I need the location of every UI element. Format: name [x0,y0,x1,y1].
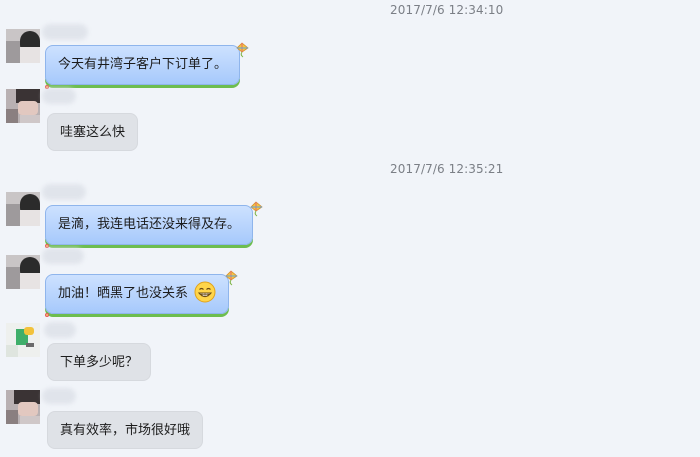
message-text: 下单多少呢？ [60,355,139,370]
sender-name-blurred [44,322,76,338]
avatar[interactable] [6,192,40,226]
avatar[interactable] [6,89,40,123]
avatar[interactable] [6,323,40,357]
message-bubble[interactable]: 是滴，我连电话还没来得及存。 [45,205,254,245]
sender-name-blurred [42,388,76,404]
message-text: 真有效率，市场很好哦 [60,423,191,438]
kite-decoration-icon [248,201,264,217]
avatar[interactable] [6,29,40,63]
timestamp: 2017/7/6 12:34:10 [390,3,504,17]
timestamp: 2017/7/6 12:35:21 [390,162,504,176]
message-text: 哇塞这么快 [60,125,126,140]
avatar[interactable] [6,255,40,289]
message-bubble[interactable]: 哇塞这么快 [47,113,139,151]
grin-emoji-icon [194,281,216,303]
message-bubble[interactable]: 真有效率，市场很好哦 [47,411,204,449]
message-text: 加油！晒黑了也没关系 [58,286,189,301]
kite-decoration-icon [223,270,239,286]
message-bubble[interactable]: 今天有井湾子客户下订单了。 [45,45,241,85]
kite-decoration-icon [234,42,250,58]
flower-decoration-icon [42,236,52,248]
flower-decoration-icon [42,77,52,89]
avatar[interactable] [6,390,40,424]
sender-name-blurred [42,88,76,104]
message-text: 是滴，我连电话还没来得及存。 [58,217,241,232]
sender-name-blurred [42,184,86,200]
message-text: 今天有井湾子客户下订单了。 [58,57,228,72]
sender-name-blurred [42,24,88,40]
chat-window: 2017/7/6 12:34:10 今天有井湾子客户下订单了。 哇塞这么快 20… [0,0,700,457]
sender-name-blurred [42,248,84,264]
flower-decoration-icon [42,305,52,317]
message-bubble[interactable]: 加油！晒黑了也没关系 [45,274,230,314]
message-bubble[interactable]: 下单多少呢？ [47,343,152,381]
